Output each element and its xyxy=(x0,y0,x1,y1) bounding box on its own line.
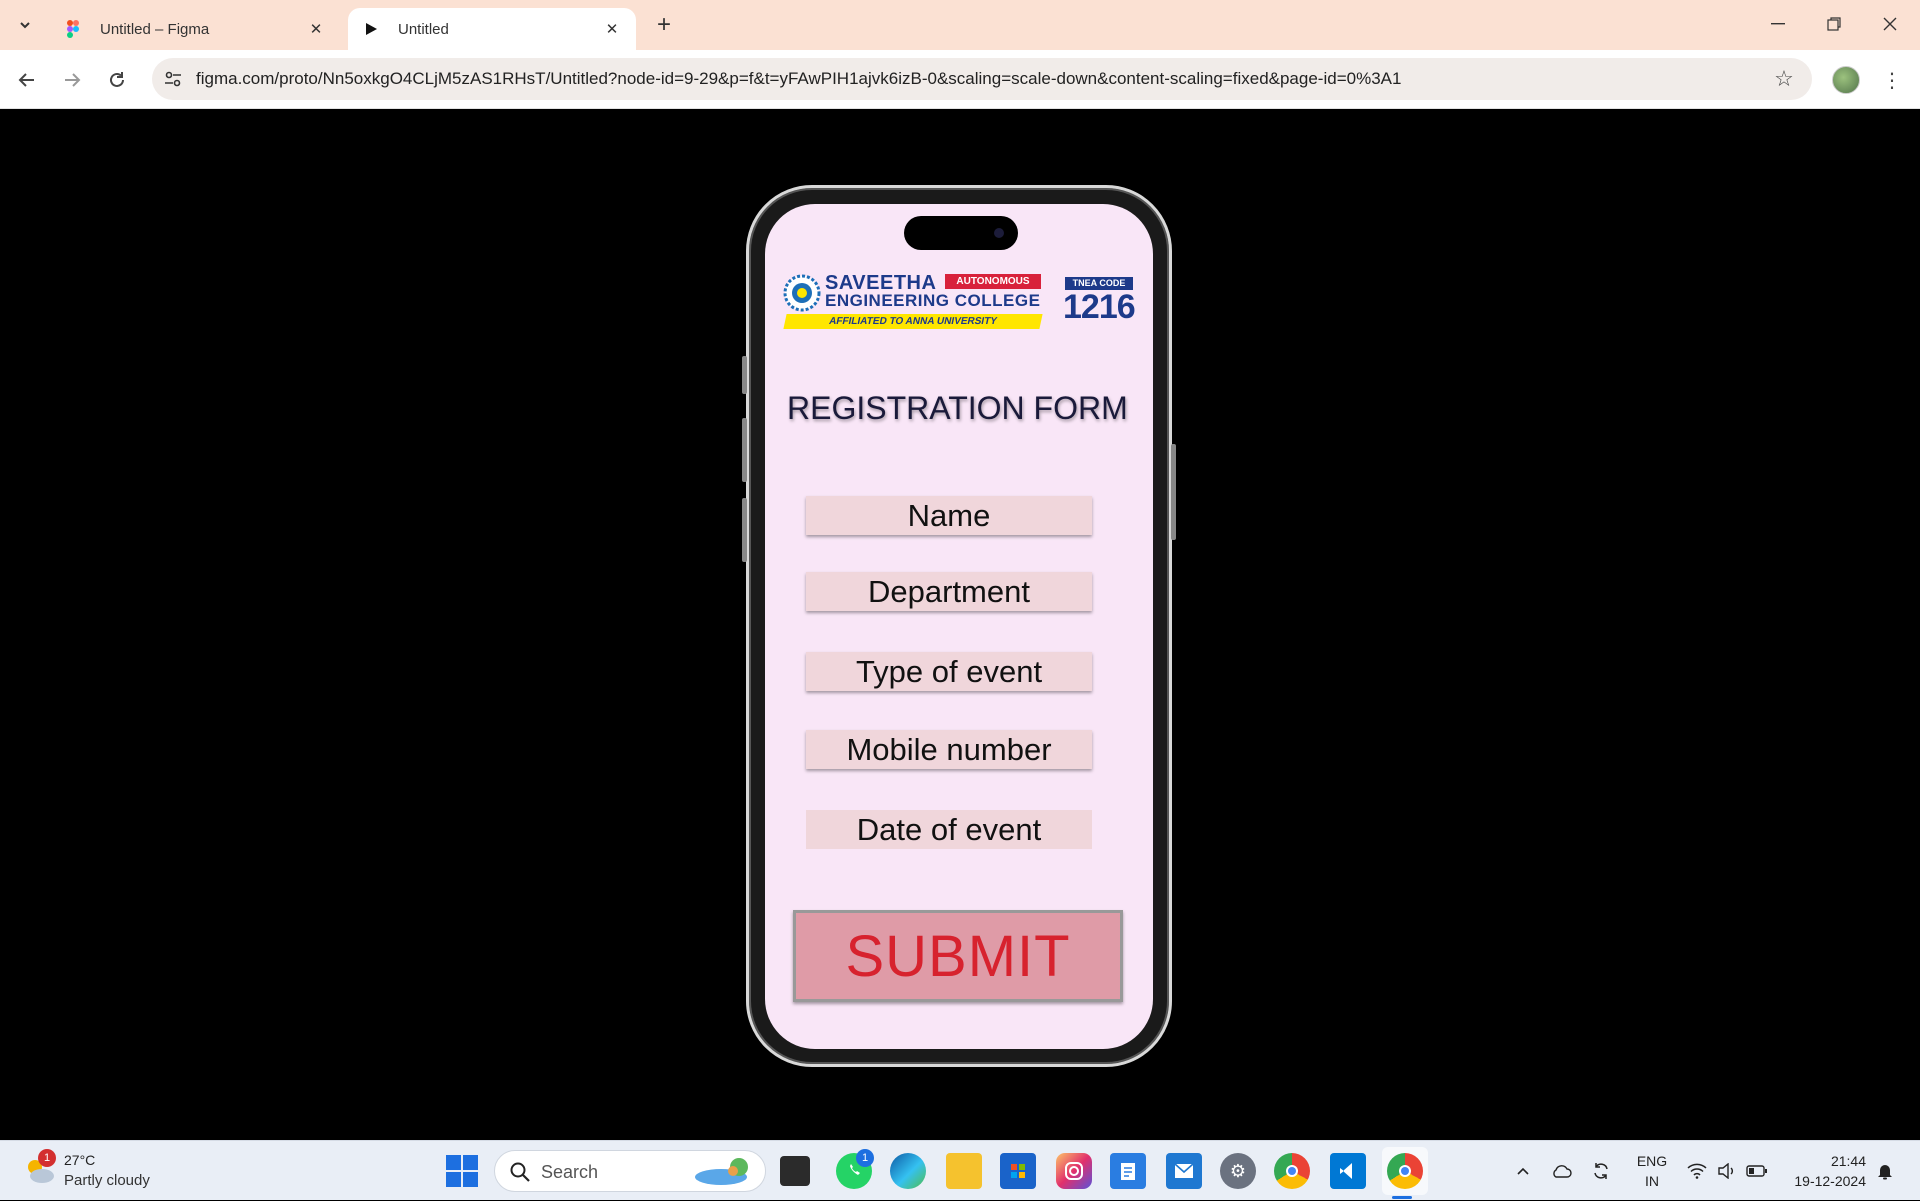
profile-avatar[interactable] xyxy=(1832,66,1860,94)
name-field[interactable]: Name xyxy=(806,496,1092,535)
url-text: figma.com/proto/Nn5oxkgO4CLjM5zAS1RHsT/U… xyxy=(196,69,1402,88)
language-indicator[interactable]: ENG IN xyxy=(1634,1151,1670,1191)
college-seal-icon xyxy=(783,274,821,312)
sync-icon[interactable] xyxy=(1588,1141,1614,1201)
tab-prototype[interactable]: Untitled ✕ xyxy=(348,8,636,50)
chrome-icon[interactable] xyxy=(1274,1153,1310,1189)
college-logo: SAVEETHA AUTONOMOUS ENGINEERING COLLEGE … xyxy=(783,272,1136,332)
submit-button[interactable]: SUBMIT xyxy=(793,910,1123,1002)
settings-gear-icon[interactable]: ⚙ xyxy=(1220,1153,1256,1189)
active-app-indicator xyxy=(1392,1196,1412,1199)
event-type-field[interactable]: Type of event xyxy=(806,652,1092,691)
field-label: Date of event xyxy=(856,811,1042,847)
battery-icon[interactable] xyxy=(1744,1141,1770,1201)
wifi-icon[interactable] xyxy=(1684,1141,1710,1201)
vscode-icon[interactable] xyxy=(1330,1153,1366,1189)
search-highlight-art-icon xyxy=(695,1158,748,1185)
tab-title: Untitled xyxy=(398,20,449,38)
lang-code: ENG xyxy=(1636,1153,1668,1169)
figma-icon xyxy=(64,20,82,38)
weather-widget[interactable]: 1 27°C Partly cloudy xyxy=(22,1149,182,1193)
phone-action-button xyxy=(742,356,747,394)
notepad-icon[interactable] xyxy=(1110,1153,1146,1189)
mobile-number-field[interactable]: Mobile number xyxy=(806,730,1092,769)
back-button[interactable] xyxy=(11,64,43,96)
reload-button[interactable] xyxy=(101,64,133,96)
site-settings-icon[interactable] xyxy=(162,68,184,90)
edge-icon[interactable] xyxy=(890,1153,926,1189)
restore-button[interactable] xyxy=(1806,0,1862,48)
browser-menu-icon[interactable]: ⋮ xyxy=(1880,64,1904,96)
browser-toolbar: figma.com/proto/Nn5oxkgO4CLjM5zAS1RHsT/U… xyxy=(0,50,1920,109)
task-view-icon[interactable] xyxy=(780,1156,810,1186)
department-field[interactable]: Department xyxy=(806,572,1092,611)
microsoft-store-icon[interactable] xyxy=(1000,1153,1036,1189)
clock-time: 21:44 xyxy=(1830,1153,1866,1169)
show-hidden-icons-chevron-icon[interactable] xyxy=(1510,1141,1536,1201)
taskbar: 1 27°C Partly cloudy Search 1 ⚙ ENG IN 2… xyxy=(0,1140,1920,1200)
phone-frame: SAVEETHA AUTONOMOUS ENGINEERING COLLEGE … xyxy=(742,185,1176,1067)
field-label: Mobile number xyxy=(846,731,1052,767)
logo-tnea-code: 1216 xyxy=(1063,288,1136,326)
tab-title: Untitled – Figma xyxy=(100,20,210,38)
field-label: Department xyxy=(868,573,1030,609)
chrome-active-icon[interactable] xyxy=(1387,1153,1423,1189)
field-label: Type of event xyxy=(855,653,1043,689)
phone-screen: SAVEETHA AUTONOMOUS ENGINEERING COLLEGE … xyxy=(765,204,1153,1049)
system-clock[interactable]: 21:44 19-12-2024 xyxy=(1780,1151,1866,1191)
event-date-field[interactable]: Date of event xyxy=(806,810,1092,849)
new-tab-button[interactable]: + xyxy=(650,11,678,39)
form-title: REGISTRATION FORM xyxy=(787,390,1128,426)
tab-figma-editor[interactable]: Untitled – Figma ✕ xyxy=(50,8,340,50)
logo-name-line2: ENGINEERING COLLEGE xyxy=(825,291,1041,310)
phone-power-button xyxy=(1171,444,1176,540)
phone-volume-down xyxy=(742,498,747,562)
lang-region: IN xyxy=(1645,1173,1659,1189)
camera-icon xyxy=(994,228,1004,238)
weather-condition: Partly cloudy xyxy=(64,1172,150,1189)
logo-affiliation: AFFILIATED TO ANNA UNIVERSITY xyxy=(783,314,1043,329)
minimize-button[interactable] xyxy=(1750,0,1806,48)
bookmark-star-icon[interactable]: ☆ xyxy=(1772,66,1796,91)
forward-button[interactable] xyxy=(56,64,88,96)
close-window-button[interactable] xyxy=(1862,0,1918,48)
onedrive-cloud-icon[interactable] xyxy=(1548,1141,1574,1201)
whatsapp-badge: 1 xyxy=(856,1149,874,1167)
clock-date: 19-12-2024 xyxy=(1794,1173,1866,1189)
tab-strip: Untitled – Figma ✕ Untitled ✕ + xyxy=(0,0,1920,50)
weather-badge: 1 xyxy=(38,1149,56,1167)
prototype-viewport: SAVEETHA AUTONOMOUS ENGINEERING COLLEGE … xyxy=(0,109,1920,1140)
dynamic-island xyxy=(904,216,1018,250)
file-explorer-icon[interactable] xyxy=(946,1153,982,1189)
tab-close-icon[interactable]: ✕ xyxy=(602,19,622,39)
mail-icon[interactable] xyxy=(1166,1153,1202,1189)
field-label: Name xyxy=(907,497,991,533)
weather-temp: 27°C xyxy=(64,1152,96,1168)
play-icon xyxy=(362,20,380,38)
tab-close-icon[interactable]: ✕ xyxy=(306,19,326,39)
logo-autonomous-badge: AUTONOMOUS xyxy=(945,274,1041,289)
tab-search-chevron-icon[interactable] xyxy=(10,12,40,38)
phone-volume-up xyxy=(742,418,747,482)
address-bar[interactable]: figma.com/proto/Nn5oxkgO4CLjM5zAS1RHsT/U… xyxy=(152,58,1812,100)
volume-icon[interactable] xyxy=(1714,1141,1740,1201)
start-button[interactable] xyxy=(446,1155,478,1187)
search-icon xyxy=(510,1162,530,1182)
instagram-icon[interactable] xyxy=(1056,1153,1092,1189)
notification-bell-icon[interactable] xyxy=(1870,1141,1900,1201)
taskbar-search[interactable]: Search xyxy=(494,1150,766,1192)
search-placeholder: Search xyxy=(541,1162,599,1182)
